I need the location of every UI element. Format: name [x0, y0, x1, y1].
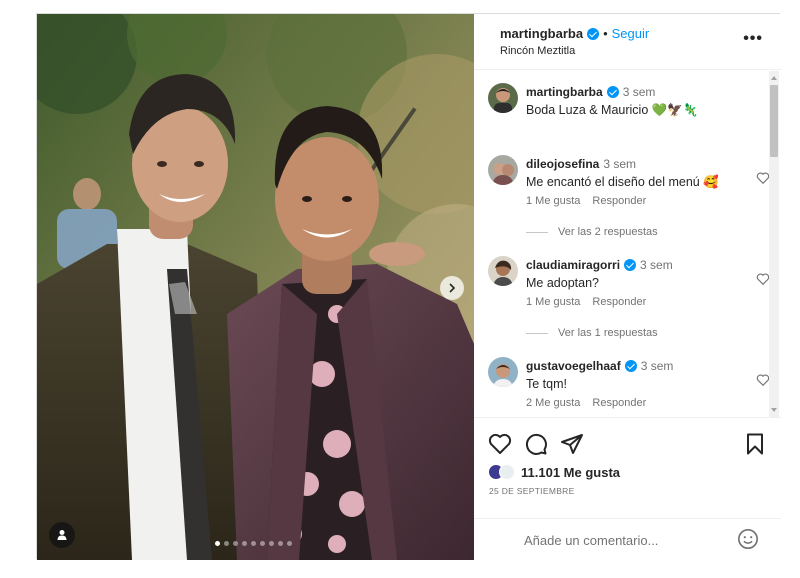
- avatar[interactable]: [488, 83, 518, 113]
- comment-meta: 2 Me gusta Responder: [526, 397, 646, 409]
- liker-avatars: [488, 464, 515, 480]
- avatar: [499, 464, 515, 480]
- share-icon[interactable]: [560, 432, 584, 456]
- avatar[interactable]: [488, 155, 518, 185]
- tagged-users-button[interactable]: [49, 522, 75, 548]
- scroll-down-arrow-icon[interactable]: [771, 408, 777, 412]
- comment-username[interactable]: dileojosefina: [526, 157, 599, 171]
- comment-text: Te tqm!: [526, 377, 567, 391]
- comments-list[interactable]: martingbarba 3 sem Boda Luza & Mauricio …: [474, 71, 781, 417]
- comment-time: 3 sem: [603, 157, 637, 171]
- likes-count[interactable]: 11.101 Me gusta: [521, 465, 620, 480]
- author-username[interactable]: martingbarba: [500, 26, 583, 41]
- photo-scene: [37, 14, 474, 560]
- reply-button[interactable]: Responder: [592, 296, 646, 308]
- next-photo-button[interactable]: [440, 276, 464, 300]
- view-replies-label: Ver las 1 respuestas: [558, 327, 658, 339]
- likes-summary[interactable]: 11.101 Me gusta: [488, 464, 620, 480]
- comment-input[interactable]: [524, 529, 724, 551]
- carousel-dot: [233, 541, 238, 546]
- replies-divider: [526, 231, 548, 233]
- post-photo[interactable]: [37, 14, 474, 560]
- comment-header: dileojosefina 3 sem: [526, 157, 636, 171]
- comment-meta: 1 Me gusta Responder: [526, 296, 646, 308]
- like-comment-heart-icon[interactable]: [756, 373, 770, 387]
- view-replies-button[interactable]: Ver las 1 respuestas: [526, 327, 658, 339]
- comment-icon[interactable]: [524, 432, 548, 456]
- carousel-dot: [269, 541, 274, 546]
- caption-text: Boda Luza & Mauricio 💚🦅🦎: [526, 103, 699, 117]
- comment-header: gustavoegelhaaf 3 sem: [526, 359, 673, 373]
- like-comment-heart-icon[interactable]: [756, 272, 770, 286]
- view-replies-button[interactable]: Ver las 2 respuestas: [526, 226, 658, 238]
- avatar[interactable]: [488, 357, 518, 387]
- post-author: martingbarba • Seguir: [500, 26, 649, 41]
- comment-username[interactable]: claudiamiragorri: [526, 258, 620, 272]
- carousel-dot: [251, 541, 256, 546]
- follow-button[interactable]: Seguir: [612, 26, 650, 41]
- scrollbar-thumb[interactable]: [770, 85, 778, 157]
- carousel-dot: [215, 541, 220, 546]
- post-header: martingbarba • Seguir Rincón Meztitla ••…: [474, 14, 781, 70]
- comments-scrollbar[interactable]: [769, 71, 779, 417]
- verified-badge-icon: [587, 27, 600, 40]
- comment-text: Me encantó el diseño del menú 🥰: [526, 175, 719, 189]
- reply-button[interactable]: Responder: [592, 397, 646, 409]
- post-details-panel: martingbarba • Seguir Rincón Meztitla ••…: [474, 14, 781, 560]
- heart-icon[interactable]: [488, 432, 512, 456]
- caption-time: 3 sem: [622, 85, 656, 99]
- post-date: 25 DE SEPTIEMBRE: [489, 486, 575, 496]
- replies-divider: [526, 332, 548, 334]
- verified-badge-icon: [624, 360, 637, 372]
- carousel-dot: [260, 541, 265, 546]
- reply-button[interactable]: Responder: [592, 195, 646, 207]
- header-separator: •: [603, 26, 608, 41]
- user-icon: [57, 530, 67, 540]
- caption-header: martingbarba 3 sem: [526, 85, 655, 99]
- scroll-up-arrow-icon[interactable]: [771, 76, 777, 80]
- carousel-dot: [287, 541, 292, 546]
- avatar[interactable]: [488, 256, 518, 286]
- comment-time: 3 sem: [640, 258, 673, 272]
- verified-badge-icon: [606, 86, 619, 98]
- view-replies-label: Ver las 2 respuestas: [558, 226, 658, 238]
- comment-text: Me adoptan?: [526, 276, 599, 290]
- chevron-right-icon: [449, 283, 456, 293]
- comment-likes[interactable]: 1 Me gusta: [526, 195, 580, 207]
- carousel-dot: [242, 541, 247, 546]
- carousel-dot: [278, 541, 283, 546]
- comment-header: claudiamiragorri 3 sem: [526, 258, 673, 272]
- post-location[interactable]: Rincón Meztitla: [500, 45, 575, 57]
- comment-meta: 1 Me gusta Responder: [526, 195, 646, 207]
- add-comment-bar: [474, 518, 781, 561]
- comment-username[interactable]: gustavoegelhaaf: [526, 359, 621, 373]
- more-options-button[interactable]: •••: [743, 30, 763, 48]
- comment-likes[interactable]: 2 Me gusta: [526, 397, 580, 409]
- carousel-indicator: [215, 541, 292, 546]
- like-comment-heart-icon[interactable]: [756, 171, 770, 185]
- verified-badge-icon: [624, 259, 637, 271]
- post-actions: 11.101 Me gusta 25 DE SEPTIEMBRE: [474, 417, 781, 560]
- comment-time: 3 sem: [640, 359, 674, 373]
- comment-likes[interactable]: 1 Me gusta: [526, 296, 580, 308]
- emoji-icon[interactable]: [737, 528, 759, 550]
- bookmark-icon[interactable]: [743, 432, 767, 456]
- instagram-post: martingbarba • Seguir Rincón Meztitla ••…: [36, 13, 781, 560]
- caption-username[interactable]: martingbarba: [526, 85, 603, 99]
- carousel-dot: [224, 541, 229, 546]
